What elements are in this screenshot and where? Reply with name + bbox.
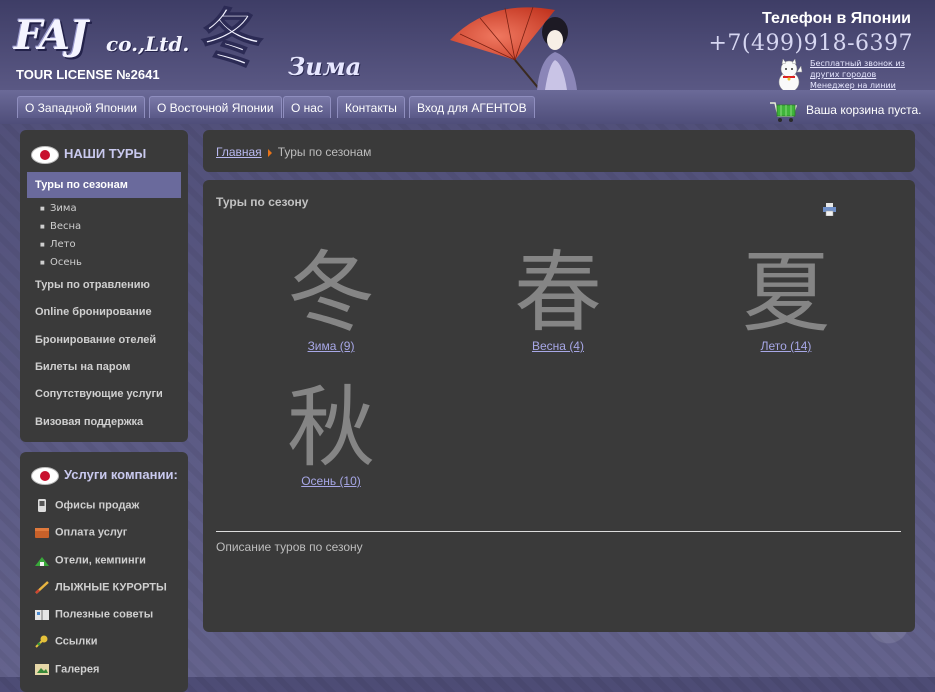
sidebar-item-seasonal-tours[interactable]: Туры по сезонам [27, 172, 181, 198]
season-card-autumn[interactable]: 秋 Осень (10) [256, 370, 406, 488]
page-title: Туры по сезону [216, 195, 309, 209]
summer-kanji-image[interactable]: 夏 [736, 235, 836, 335]
shopping-cart-icon[interactable] [768, 99, 798, 123]
sidebar-item-useful-tips[interactable]: Полезные советы [35, 608, 153, 621]
logo-main-text: FAJ [14, 12, 88, 59]
season-link-autumn[interactable]: Осень (10) [256, 474, 406, 488]
tour-license: TOUR LICENSE №2641 [16, 67, 160, 82]
callback-line-1[interactable]: Бесплатный звонок из [810, 58, 905, 69]
japan-flag-icon [32, 146, 58, 163]
main-content-panel: Туры по сезону 冬 Зима (9) 春 Весна (4) 夏 … [203, 180, 915, 632]
svg-text:秋: 秋 [287, 376, 375, 470]
content-divider [216, 531, 901, 532]
sidebar-item-hotel-booking[interactable]: Бронирование отелей [35, 334, 156, 346]
sidebar-item-label: Полезные советы [55, 608, 154, 621]
phone-label: Телефон в Японии [762, 10, 911, 27]
site-header: FAJ co.,Ltd. TOUR LICENSE №2641 冬 Зима Т… [0, 0, 935, 90]
sidebar-services-panel: Услуги компании: Офисы продаж Оплата усл… [20, 452, 188, 692]
japan-flag-icon [32, 467, 58, 484]
season-link-winter[interactable]: Зима (9) [256, 339, 406, 353]
sidebar-item-gallery[interactable]: Галерея [35, 663, 99, 676]
svg-text:春: 春 [514, 241, 602, 335]
season-card-winter[interactable]: 冬 Зима (9) [256, 235, 406, 353]
sidebar-tours-panel: НАШИ ТУРЫ Туры по сезонам Зима Весна Лет… [20, 130, 188, 442]
sidebar-subitem-winter[interactable]: Зима [40, 203, 76, 214]
nav-tab-about-us[interactable]: О нас [283, 96, 331, 118]
winter-kanji-image[interactable]: 冬 [281, 235, 381, 335]
phone-number[interactable]: +7(499)918-6397 [708, 31, 913, 56]
sidebar-item-label: ЛЫЖНЫЕ КУРОРТЫ [55, 581, 167, 594]
svg-text:冬: 冬 [287, 241, 375, 335]
nav-tab-east-japan[interactable]: О Восточной Японии [149, 96, 282, 118]
services-title-text: Услуги компании: [64, 467, 178, 482]
lucky-cat-icon [778, 58, 803, 90]
sidebar-item-label: Отели, кемпинги [55, 554, 146, 567]
cart-status[interactable]: Ваша корзина пуста. [806, 103, 921, 117]
sidebar-item-label: Галерея [55, 663, 100, 676]
season-card-summer[interactable]: 夏 Лето (14) [711, 235, 861, 353]
gallery-icon [35, 664, 49, 675]
season-title: Зима [288, 52, 362, 81]
season-card-spring[interactable]: 春 Весна (4) [483, 235, 633, 353]
free-callback-link[interactable]: Бесплатный звонок из других городов Мене… [810, 58, 905, 90]
sidebar-item-sales-offices[interactable]: Офисы продаж [35, 499, 139, 512]
hotel-icon [35, 557, 49, 566]
link-icon [35, 635, 48, 648]
wallet-icon [35, 528, 49, 538]
winter-kanji-logo: 冬 [200, 2, 264, 72]
faj-logo[interactable]: FAJ co.,Ltd. [14, 12, 194, 68]
sidebar-item-links[interactable]: Ссылки [35, 635, 98, 648]
spring-kanji-image[interactable]: 春 [508, 235, 608, 335]
sidebar-subitem-summer[interactable]: Лето [40, 239, 75, 250]
sidebar-item-visa-support[interactable]: Визовая поддержка [35, 416, 143, 428]
geisha-umbrella-image [450, 6, 577, 90]
sidebar-item-label: Офисы продаж [55, 499, 140, 512]
season-link-summer[interactable]: Лето (14) [711, 339, 861, 353]
breadcrumb-home-link[interactable]: Главная [216, 145, 262, 159]
nav-tab-agent-login[interactable]: Вход для АГЕНТОВ [409, 96, 535, 118]
phone-icon [38, 499, 46, 512]
sidebar-subitem-spring[interactable]: Весна [40, 221, 81, 232]
tours-panel-title: НАШИ ТУРЫ [32, 143, 146, 165]
svg-text:夏: 夏 [742, 241, 830, 335]
sidebar-item-online-booking[interactable]: Online бронирование [35, 306, 152, 318]
season-link-spring[interactable]: Весна (4) [483, 339, 633, 353]
season-tours-description: Описание туров по сезону [216, 540, 363, 554]
callback-line-2[interactable]: других городов [810, 69, 905, 80]
breadcrumb-arrow-icon [267, 148, 272, 157]
sidebar-item-label: Оплата услуг [55, 526, 128, 539]
sidebar-item-label: Ссылки [55, 635, 98, 648]
logo-suffix-text: co.,Ltd. [106, 32, 190, 56]
breadcrumb-panel: Главная Туры по сезонам [203, 130, 915, 172]
tours-title-text: НАШИ ТУРЫ [64, 146, 147, 161]
breadcrumb-current: Туры по сезонам [277, 145, 372, 159]
sidebar-item-tours-by-departure[interactable]: Туры по отравлению [35, 279, 150, 291]
svg-text:冬: 冬 [201, 2, 263, 72]
print-icon[interactable] [823, 203, 836, 216]
nav-tab-contacts[interactable]: Контакты [337, 96, 405, 118]
ski-icon [35, 581, 49, 594]
sidebar-item-hotels-camping[interactable]: Отели, кемпинги [35, 554, 146, 567]
sidebar-subitem-autumn[interactable]: Осень [40, 257, 82, 268]
breadcrumb: Главная Туры по сезонам [216, 145, 371, 159]
nav-tab-west-japan[interactable]: О Западной Японии [17, 96, 145, 118]
book-icon [35, 610, 49, 620]
sidebar-item-ski-resorts[interactable]: ЛЫЖНЫЕ КУРОРТЫ [35, 581, 167, 594]
sidebar-item-ferry-tickets[interactable]: Билеты на паром [35, 361, 130, 373]
autumn-kanji-image[interactable]: 秋 [281, 370, 381, 470]
sidebar-item-related-services[interactable]: Сопутствующие услуги [35, 388, 163, 400]
callback-line-3[interactable]: Менеджер на линии [810, 80, 905, 90]
services-panel-title: Услуги компании: [32, 464, 178, 486]
sidebar-item-payment[interactable]: Оплата услуг [35, 526, 127, 539]
